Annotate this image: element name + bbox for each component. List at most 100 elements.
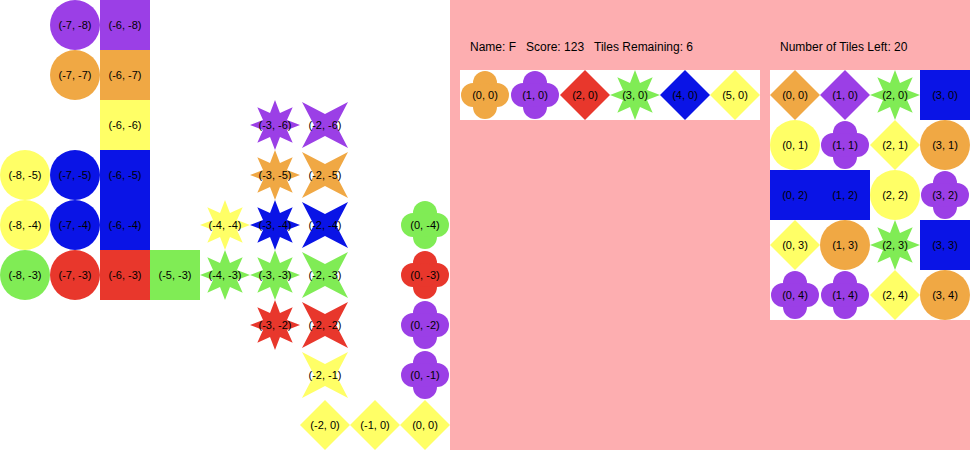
tile: (-7, -5) (50, 150, 100, 200)
tile: (2, 1) (870, 120, 920, 170)
tile: (0, -1) (400, 350, 450, 400)
board-cell: (-2, 0) (300, 400, 350, 450)
tile-label: (-5, -3) (159, 270, 192, 281)
tile[interactable]: (5, 0) (710, 70, 760, 120)
tile: (1, 2) (820, 170, 870, 220)
tile-label: (2, 3) (882, 240, 908, 251)
tile[interactable]: (1, 0) (510, 70, 560, 120)
tile: (2, 2) (870, 170, 920, 220)
tile-label: (-7, -5) (59, 170, 92, 181)
tile: (3, 1) (920, 120, 970, 170)
tile-label: (3, 3) (932, 240, 958, 251)
board-cell: (-8, -3) (0, 250, 50, 300)
tile-label: (-2, -2) (309, 320, 342, 331)
tile: (-2, -5) (300, 150, 350, 200)
tile: (-7, -4) (50, 200, 100, 250)
tile-label: (1, 0) (832, 90, 858, 101)
tile: (-4, -4) (200, 200, 250, 250)
tile-label: (-3, -4) (259, 220, 292, 231)
tile: (0, 0) (770, 70, 820, 120)
board-cell: (-2, -4) (300, 200, 350, 250)
board-cell: (0, 0) (400, 400, 450, 450)
board-cell: (-3, -2) (250, 300, 300, 350)
board-cell: (-5, -3) (150, 250, 200, 300)
tile-label: (-4, -4) (209, 220, 242, 231)
tile: (3, 2) (920, 170, 970, 220)
tile: (-3, -3) (250, 250, 300, 300)
tile: (-2, -6) (300, 100, 350, 150)
tile-label: (-7, -8) (59, 20, 92, 31)
player-info: Name: FScore: 123Tiles Remaining: 6 (460, 0, 760, 70)
tile: (-2, -1) (300, 350, 350, 400)
tile-label: (-2, -1) (309, 370, 342, 381)
tile-label: (-8, -4) (9, 220, 42, 231)
tile-label: (2, 1) (882, 140, 908, 151)
tile-label: (-4, -3) (209, 270, 242, 281)
board-cell: (-3, -6) (250, 100, 300, 150)
board-cell: (-8, -4) (0, 200, 50, 250)
tile: (1, 3) (820, 220, 870, 270)
tile: (-7, -3) (50, 250, 100, 300)
tile-label: (-6, -4) (109, 220, 142, 231)
board-cell: (-8, -5) (0, 150, 50, 200)
board-cell: (-4, -4) (200, 200, 250, 250)
tile: (1, 4) (820, 270, 870, 320)
tile-label: (-6, -7) (109, 70, 142, 81)
tile-label: (-8, -5) (9, 170, 42, 181)
tile-label: (2, 4) (882, 290, 908, 301)
tile-label: (1, 4) (832, 290, 858, 301)
tile-label: (-7, -3) (59, 270, 92, 281)
tile-label: (-2, -6) (309, 120, 342, 131)
board-cell: (-7, -8) (50, 0, 100, 50)
tile: (-7, -7) (50, 50, 100, 100)
tile: (-3, -4) (250, 200, 300, 250)
tile-label: (-3, -2) (259, 320, 292, 331)
board-cell: (-2, -3) (300, 250, 350, 300)
tile-label: (2, 0) (572, 90, 598, 101)
board-cell: (-2, -1) (300, 350, 350, 400)
tile-label: (0, -4) (410, 220, 439, 231)
tile-label: (1, 2) (832, 190, 858, 201)
tile[interactable]: (3, 0) (610, 70, 660, 120)
tile: (0, -4) (400, 200, 450, 250)
tile-label: (1, 0) (522, 90, 548, 101)
tile-label: (-3, -3) (259, 270, 292, 281)
tile: (3, 4) (920, 270, 970, 320)
tile: (3, 3) (920, 220, 970, 270)
tile-label: (-6, -6) (109, 120, 142, 131)
tile-label: (4, 0) (672, 90, 698, 101)
tile: (-8, -5) (0, 150, 50, 200)
tile[interactable]: (0, 0) (460, 70, 510, 120)
bag-panel: Number of Tiles Left: 20(0, 0)(1, 0)(2, … (770, 0, 970, 450)
tile[interactable]: (4, 0) (660, 70, 710, 120)
tile: (1, 1) (820, 120, 870, 170)
tile-label: (-2, -5) (309, 170, 342, 181)
tile: (-6, -5) (100, 150, 150, 200)
tile-label: (3, 1) (932, 140, 958, 151)
tile: (-8, -3) (0, 250, 50, 300)
bag-grid: (0, 0)(1, 0)(2, 0)(3, 0)(0, 1)(1, 1)(2, … (770, 70, 970, 320)
tile-label: (0, -1) (410, 370, 439, 381)
tile-label: (-6, -3) (109, 270, 142, 281)
tile-label: (0, 2) (782, 190, 808, 201)
tile[interactable]: (2, 0) (560, 70, 610, 120)
board-cell: (-1, 0) (350, 400, 400, 450)
tile-label: (3, 0) (932, 90, 958, 101)
tile-label: (1, 3) (832, 240, 858, 251)
tile-label: (-1, 0) (360, 420, 389, 431)
tile: (-6, -6) (100, 100, 150, 150)
tile-label: (0, -3) (410, 270, 439, 281)
tile-label: (0, 4) (782, 290, 808, 301)
tile: (-6, -4) (100, 200, 150, 250)
board-cell: (0, -4) (400, 200, 450, 250)
board-cell: (0, -2) (400, 300, 450, 350)
tile-label: (-6, -8) (109, 20, 142, 31)
tile-label: (-3, -6) (259, 120, 292, 131)
tile: (-4, -3) (200, 250, 250, 300)
tile-label: (3, 4) (932, 290, 958, 301)
player-hand: (0, 0) (1, 0) (2, 0) (3, 0) (4, 0) (5, 0) (460, 70, 760, 120)
tile-label: (3, 2) (932, 190, 958, 201)
tile: (0, 2) (770, 170, 820, 220)
tile-label: (0, 0) (472, 90, 498, 101)
tile-label: (-2, -3) (309, 270, 342, 281)
